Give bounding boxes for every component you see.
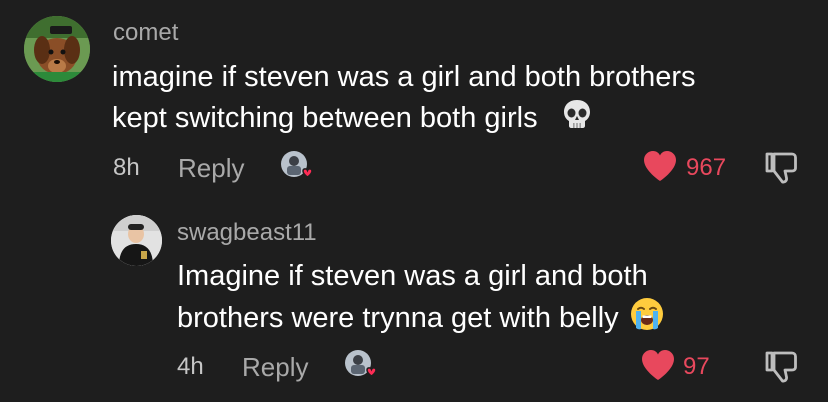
person-avatar-image: [111, 215, 162, 266]
avatar[interactable]: [111, 215, 162, 266]
comment-text-line-2: brothers were trynna get with belly: [177, 296, 665, 343]
comment-time: 8h: [113, 154, 140, 181]
reply-button[interactable]: Reply: [242, 352, 308, 383]
creator-liked-avatar-icon: [344, 349, 377, 379]
comment-text-line-2-text: brothers were trynna get with belly: [177, 302, 619, 335]
like-count: 967: [686, 154, 727, 181]
comment-text-line-2: kept switching between both girls: [112, 97, 696, 142]
comment-time: 4h: [177, 353, 204, 380]
dislike-icon[interactable]: [763, 349, 799, 390]
comment-text-line-1: Imagine if steven was a girl and both: [177, 260, 648, 292]
creator-liked-avatar-icon: [280, 150, 313, 180]
avatar[interactable]: [24, 16, 90, 82]
like-count: 97: [683, 353, 710, 380]
comment-swagbeast11: swagbeast11 Imagine if steven was a girl…: [0, 200, 828, 402]
comment-text: imagine if steven was a girl and both br…: [112, 58, 696, 142]
comment-text-line-2-text: kept switching between both girls: [112, 102, 538, 135]
username[interactable]: comet: [113, 19, 178, 47]
username[interactable]: swagbeast11: [177, 219, 317, 247]
like-heart-icon[interactable]: [640, 349, 676, 386]
skull-emoji-icon: [560, 97, 594, 142]
reply-button[interactable]: Reply: [178, 153, 244, 184]
dog-avatar-image: [24, 16, 90, 82]
loudly-crying-emoji-icon: [629, 296, 665, 343]
comment-text: Imagine if steven was a girl and both br…: [177, 257, 665, 343]
comment-text-line-1: imagine if steven was a girl and both br…: [112, 61, 696, 93]
comment-comet: comet imagine if steven was a girl and b…: [0, 0, 828, 200]
dislike-icon[interactable]: [763, 150, 799, 191]
like-heart-icon[interactable]: [642, 150, 678, 187]
